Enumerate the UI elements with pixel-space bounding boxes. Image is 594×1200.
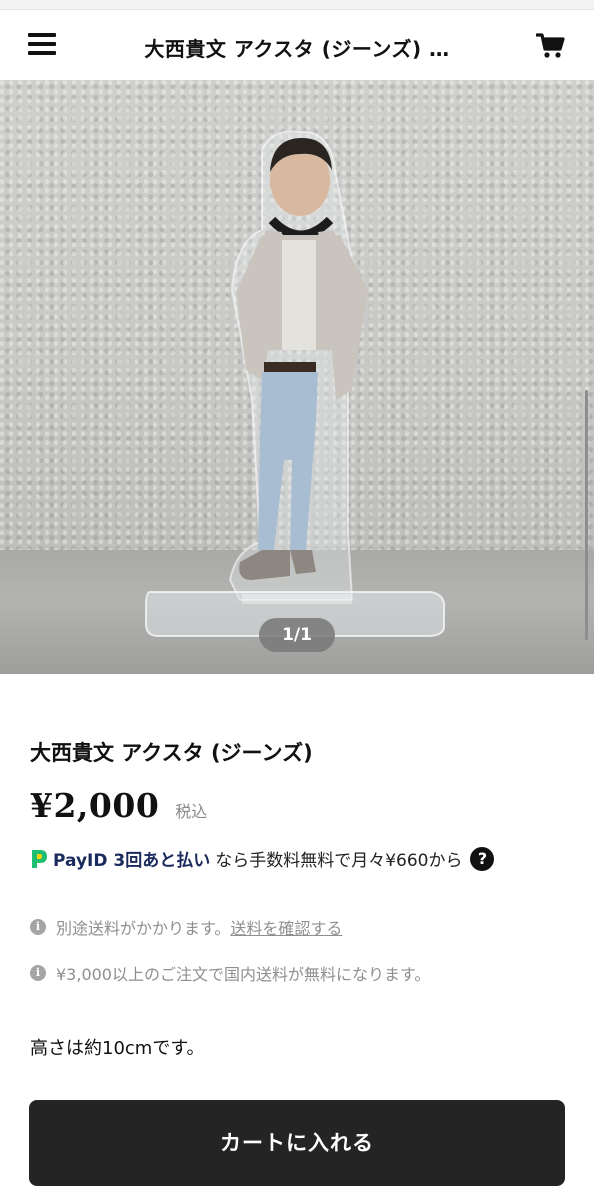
free-shipping-note: i ¥3,000以上のご注文で国内送料が無料になります。 — [30, 961, 430, 985]
payid-installment-row: PayID 3回あと払い なら手数料無料で月々¥660から ? — [30, 846, 495, 871]
info-icon: i — [30, 965, 46, 981]
product-price: ¥2,000 — [30, 786, 160, 825]
hamburger-menu-icon[interactable] — [28, 33, 58, 57]
tax-included-label: 税込 — [175, 802, 208, 821]
price-row: ¥2,000 税込 — [30, 786, 207, 825]
gallery-scrollbar[interactable] — [585, 390, 588, 640]
check-shipping-link[interactable]: 送料を確認する — [230, 915, 342, 939]
free-shipping-text: ¥3,000以上のご注文で国内送料が無料になります。 — [56, 965, 431, 984]
product-name: 大西貴文 アクスタ (ジーンズ) — [30, 741, 313, 765]
status-bar-strip — [0, 0, 594, 10]
product-image-gallery[interactable]: 1/1 — [0, 80, 594, 674]
image-pager: 1/1 — [259, 618, 335, 652]
page-title: 大西貴文 アクスタ (ジーンズ) … — [144, 37, 450, 61]
shipping-separate-text: 別途送料がかかります。 — [56, 919, 231, 938]
shipping-note: i 別途送料がかかります。 送料を確認する — [30, 915, 342, 939]
help-question-icon[interactable]: ? — [470, 846, 495, 871]
info-icon: i — [30, 919, 46, 935]
product-photo — [145, 130, 446, 637]
app-header: 大西貴文 アクスタ (ジーンズ) … — [0, 11, 594, 79]
payid-brand-text: PayID 3回あと払い — [53, 851, 211, 871]
payid-installment-text: なら手数料無料で月々¥660から — [215, 851, 463, 871]
product-description: 高さは約10cmです。 — [30, 1038, 205, 1059]
add-to-cart-button[interactable]: カートに入れる — [29, 1100, 565, 1186]
shopping-cart-icon[interactable] — [535, 33, 566, 59]
payid-logo-icon — [30, 849, 48, 869]
